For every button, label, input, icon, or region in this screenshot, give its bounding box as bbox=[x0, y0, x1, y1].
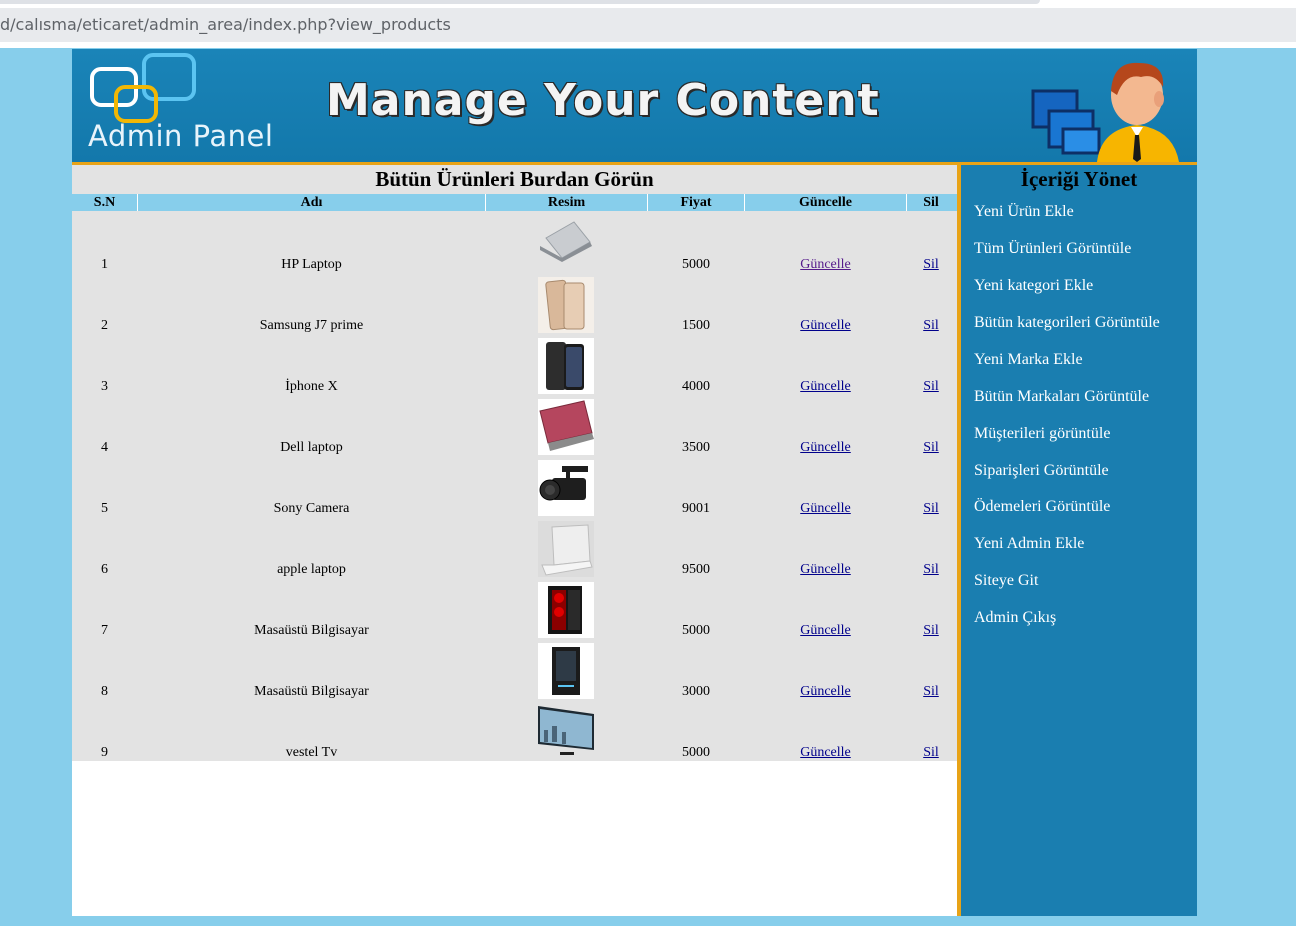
browser-toolbar: d/calısma/eticaret/admin_area/index.php?… bbox=[0, 0, 1296, 48]
product-image-laptop-silver-icon bbox=[538, 216, 594, 272]
sidebar: İçeriği Yönet Yeni Ürün Ekle Tüm Ürünler… bbox=[961, 165, 1197, 916]
sidebar-link-add-admin[interactable]: Yeni Admin Ekle bbox=[974, 535, 1084, 553]
delete-link[interactable]: Sil bbox=[923, 440, 939, 455]
table-row: 6 apple laptop 9500 Güncelle Sil bbox=[72, 521, 957, 582]
row-name: İphone X bbox=[285, 379, 338, 394]
product-image-laptop-red-icon bbox=[538, 399, 594, 455]
edit-link[interactable]: Güncelle bbox=[800, 684, 851, 699]
delete-link[interactable]: Sil bbox=[923, 623, 939, 638]
tab-strip bbox=[0, 0, 1040, 4]
table-row: 5 Sony Camera 9001 Güncelle Sil bbox=[72, 460, 957, 521]
table-header: S.N Adı Resim Fiyat Güncelle Sil bbox=[72, 194, 957, 211]
delete-link[interactable]: Sil bbox=[923, 745, 939, 760]
row-price: 9500 bbox=[682, 562, 710, 577]
header-banner: Admin Panel Manage Your Content bbox=[72, 49, 1197, 165]
delete-link[interactable]: Sil bbox=[923, 562, 939, 577]
product-image-camcorder-icon bbox=[538, 460, 594, 516]
header-image: Resim bbox=[547, 195, 586, 210]
edit-link[interactable]: Güncelle bbox=[800, 623, 851, 638]
row-price: 9001 bbox=[682, 501, 710, 516]
delete-link[interactable]: Sil bbox=[923, 318, 939, 333]
edit-link[interactable]: Güncelle bbox=[800, 562, 851, 577]
products-table: Bütün Ürünleri Burdan Görün S.N Adı Resi… bbox=[72, 165, 957, 761]
delete-link[interactable]: Sil bbox=[923, 257, 939, 272]
table-row: 2 Samsung J7 prime 1500 Güncelle Sil bbox=[72, 277, 957, 338]
row-sn: 7 bbox=[101, 623, 108, 638]
sidebar-title: İçeriği Yönet bbox=[1020, 167, 1138, 191]
row-price: 5000 bbox=[682, 257, 710, 272]
row-name: apple laptop bbox=[277, 562, 346, 577]
sidebar-link-admin-logout[interactable]: Admin Çıkış bbox=[974, 609, 1056, 627]
main-content: Bütün Ürünleri Burdan Görün S.N Adı Resi… bbox=[72, 165, 957, 916]
sidebar-link-view-customers[interactable]: Müşterileri görüntüle bbox=[974, 425, 1110, 443]
header-sn: S.N bbox=[93, 195, 116, 210]
product-image-phone-black-icon bbox=[538, 338, 594, 394]
delete-link[interactable]: Sil bbox=[923, 684, 939, 699]
edit-link[interactable]: Güncelle bbox=[800, 379, 851, 394]
sidebar-link-add-brand[interactable]: Yeni Marka Ekle bbox=[974, 351, 1083, 369]
row-price: 5000 bbox=[682, 745, 710, 760]
row-sn: 2 bbox=[101, 318, 108, 333]
row-name: vestel Tv bbox=[285, 745, 338, 760]
table-row: 3 İphone X 4000 Güncelle Sil bbox=[72, 338, 957, 399]
header-delete: Sil bbox=[923, 195, 939, 210]
table-row: 7 Masaüstü Bilgisayar 5000 Güncelle Sil bbox=[72, 582, 957, 643]
banner-title: Manage Your Content bbox=[326, 75, 880, 126]
header-edit: Güncelle bbox=[799, 195, 852, 210]
delete-link[interactable]: Sil bbox=[923, 501, 939, 516]
sidebar-link-go-to-site[interactable]: Siteye Git bbox=[974, 572, 1038, 590]
edit-link[interactable]: Güncelle bbox=[800, 745, 851, 760]
page-title: Bütün Ürünleri Burdan Görün bbox=[375, 167, 654, 191]
row-sn: 3 bbox=[101, 379, 108, 394]
header-price: Fiyat bbox=[680, 195, 712, 210]
edit-link[interactable]: Güncelle bbox=[800, 440, 851, 455]
table-row: 9 vestel Tv 5000 Güncelle Sil bbox=[72, 704, 957, 765]
sidebar-link-view-products[interactable]: Tüm Ürünleri Görüntüle bbox=[974, 240, 1131, 258]
row-sn: 8 bbox=[101, 684, 108, 699]
sidebar-link-view-categories[interactable]: Bütün kategorileri Görüntüle bbox=[974, 314, 1160, 332]
row-price: 3500 bbox=[682, 440, 710, 455]
edit-link[interactable]: Güncelle bbox=[800, 501, 851, 516]
address-bar-url[interactable]: d/calısma/eticaret/admin_area/index.php?… bbox=[0, 15, 451, 34]
row-price: 4000 bbox=[682, 379, 710, 394]
row-name: Dell laptop bbox=[280, 440, 343, 455]
table-row: 4 Dell laptop 3500 Güncelle Sil bbox=[72, 399, 957, 460]
sidebar-link-add-category[interactable]: Yeni kategori Ekle bbox=[974, 277, 1093, 295]
row-name: Masaüstü Bilgisayar bbox=[254, 684, 369, 699]
row-price: 1500 bbox=[682, 318, 710, 333]
product-image-phone-gold-icon bbox=[538, 277, 594, 333]
row-name: Samsung J7 prime bbox=[259, 318, 364, 333]
logo-text: Admin Panel bbox=[88, 119, 274, 153]
edit-link[interactable]: Güncelle bbox=[800, 318, 851, 333]
edit-link[interactable]: Güncelle bbox=[800, 257, 851, 272]
admin-avatar-icon bbox=[1031, 62, 1179, 162]
row-sn: 4 bbox=[101, 440, 108, 455]
row-name: HP Laptop bbox=[281, 257, 342, 272]
table-row: 1 HP Laptop 5000 Güncelle Sil bbox=[72, 216, 957, 277]
product-image-pc-case-red-icon bbox=[538, 582, 594, 638]
table-row: 8 Masaüstü Bilgisayar 3000 Güncelle Sil bbox=[72, 643, 957, 704]
product-image-laptop-white-icon bbox=[538, 521, 594, 577]
sidebar-link-view-payments[interactable]: Ödemeleri Görüntüle bbox=[974, 498, 1110, 516]
delete-link[interactable]: Sil bbox=[923, 379, 939, 394]
row-name: Masaüstü Bilgisayar bbox=[254, 623, 369, 638]
row-price: 5000 bbox=[682, 623, 710, 638]
product-image-pc-case-black-icon bbox=[538, 643, 594, 699]
product-image-tv-icon bbox=[538, 704, 594, 760]
row-sn: 1 bbox=[101, 257, 108, 272]
page-wrapper: Admin Panel Manage Your Content Bütün Ür… bbox=[72, 49, 1197, 916]
row-sn: 6 bbox=[101, 562, 108, 577]
row-sn: 5 bbox=[101, 501, 108, 516]
sidebar-link-view-brands[interactable]: Bütün Markaları Görüntüle bbox=[974, 388, 1149, 406]
sidebar-link-add-product[interactable]: Yeni Ürün Ekle bbox=[974, 203, 1074, 221]
header-name: Adı bbox=[300, 195, 323, 210]
row-sn: 9 bbox=[101, 745, 108, 760]
row-price: 3000 bbox=[682, 684, 710, 699]
sidebar-link-view-orders[interactable]: Siparişleri Görüntüle bbox=[974, 462, 1109, 480]
row-name: Sony Camera bbox=[273, 501, 350, 516]
